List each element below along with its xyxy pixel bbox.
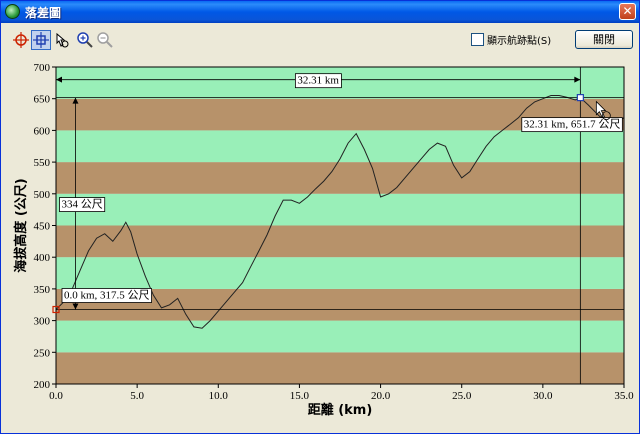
start-point-label: 0.0 km, 317.5 公尺 [64,290,150,302]
elevation-profile-window: 落差圖 ✕ 顯示航跡點(S) 關閉 200 250 300 350 400 45… [0,0,640,434]
y-tick-label: 250 [34,347,51,359]
y-tick-label: 700 [34,62,51,74]
x-tick-label: 10.0 [209,390,229,402]
x-tick-label: 0.0 [49,390,63,402]
select-tool-button[interactable] [11,30,31,50]
y-tick-label: 600 [34,125,51,137]
crosshair-icon [13,32,29,48]
toolbar: 顯示航跡點(S) 關閉 [5,27,635,51]
elevation-band [56,257,624,289]
y-tick-label: 350 [34,284,51,296]
crosshair-target-icon [33,32,49,48]
end-point-label: 32.31 km, 651.7 公尺 [524,119,621,131]
zoom-out-icon [97,32,113,48]
x-tick-label: 20.0 [371,390,391,402]
elevation-band [56,193,624,226]
elevation-band [56,225,624,258]
elevation-band [56,320,624,353]
window-title: 落差圖 [25,6,62,20]
y-tick-label: 650 [34,94,51,106]
pan-tool-button[interactable] [51,30,71,50]
y-tick-label: 400 [34,252,51,264]
distance-label-text: 32.31 km [297,75,339,87]
window-close-button[interactable]: ✕ [619,3,636,20]
elevation-band [56,130,624,163]
measure-tool-button[interactable] [31,30,51,50]
x-tick-label: 15.0 [290,390,310,402]
elevation-band [56,352,624,384]
elevation-chart[interactable]: 200 250 300 350 400 450 500 550 600 650 700 0.0 5.0 1… [1,53,639,433]
title-bar[interactable]: 落差圖 ✕ [1,1,639,23]
y-tick-label: 450 [34,221,51,233]
x-tick-label: 35.0 [614,390,634,402]
y-axis-label: 海拔高度 (公尺) [13,178,29,272]
end-point-marker [576,94,584,102]
y-tick-label: 500 [34,189,51,201]
hand-pointer-icon [56,32,69,48]
x-tick-label: 5.0 [130,390,144,402]
show-track-points-label: 顯示航跡點(S) [487,36,552,47]
close-button[interactable]: 關閉 [575,30,633,49]
y-tick-label: 200 [34,379,51,391]
globe-app-icon [5,4,20,19]
elevation-band [56,162,624,194]
y-tick-label: 300 [34,316,51,328]
x-tick-label: 30.0 [533,390,553,402]
show-track-points-checkbox[interactable] [471,33,484,46]
zoom-out-button[interactable] [95,30,115,50]
zoom-in-icon [77,32,93,48]
y-tick-label: 550 [34,157,51,169]
x-tick-label: 25.0 [452,390,472,402]
elevation-difference-label: 334 公尺 [61,199,102,211]
zoom-in-button[interactable] [75,30,95,50]
x-axis-label: 距離 (km) [308,402,373,418]
